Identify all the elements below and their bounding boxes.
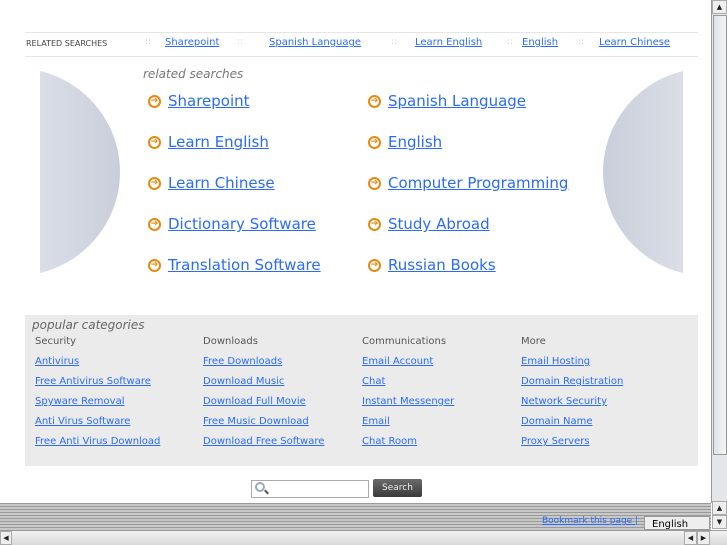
- related-item[interactable]: ➔ Spanish Language: [368, 92, 526, 110]
- category-link[interactable]: Spyware Removal: [35, 396, 160, 416]
- category-heading: Security: [35, 336, 77, 347]
- related-link[interactable]: Sharepoint: [168, 92, 250, 110]
- related-item[interactable]: ➔ Sharepoint: [148, 92, 250, 110]
- scroll-left-button[interactable]: ◀: [684, 531, 697, 545]
- related-item[interactable]: ➔ Translation Software: [148, 256, 321, 274]
- magnifier-handle: [264, 489, 269, 495]
- topbar-link-sharepoint[interactable]: Sharepoint: [165, 37, 219, 48]
- category-link[interactable]: Antivirus: [35, 356, 160, 376]
- related-searches-title: related searches: [143, 67, 244, 81]
- separator: ::: [391, 37, 398, 47]
- related-searches-label: RELATED SEARCHES: [26, 39, 108, 48]
- horizontal-scrollbar[interactable]: ◀ ◀ ▶: [0, 530, 727, 545]
- arrow-circle-icon: ➔: [368, 217, 381, 231]
- category-link[interactable]: Free Music Download: [203, 416, 324, 436]
- related-link[interactable]: Dictionary Software: [168, 215, 316, 233]
- related-link[interactable]: Translation Software: [168, 256, 321, 274]
- category-column-communications: Communications Email Account Chat Instan…: [362, 336, 454, 456]
- category-link[interactable]: Chat Room: [362, 436, 454, 456]
- related-item[interactable]: ➔ Computer Programming: [368, 174, 568, 192]
- category-link[interactable]: Free Anti Virus Download: [35, 436, 160, 456]
- popular-categories-title: popular categories: [32, 318, 145, 332]
- category-link[interactable]: Free Downloads: [203, 356, 324, 376]
- related-item[interactable]: ➔ Russian Books: [368, 256, 496, 274]
- category-column-downloads: Downloads Free Downloads Download Music …: [203, 336, 324, 456]
- category-link[interactable]: Email: [362, 416, 454, 436]
- related-searches-bar: RELATED SEARCHES :: Sharepoint :: Spanis…: [25, 37, 698, 51]
- category-link[interactable]: Chat: [362, 376, 454, 396]
- related-item[interactable]: ➔ Learn Chinese: [148, 174, 275, 192]
- related-item[interactable]: ➔ English: [368, 133, 442, 151]
- related-link[interactable]: English: [388, 133, 442, 151]
- divider: [25, 32, 698, 33]
- category-heading: Downloads: [203, 336, 258, 347]
- category-column-more: More Email Hosting Domain Registration N…: [521, 336, 623, 456]
- arrow-circle-icon: ➔: [148, 135, 161, 149]
- arrow-circle-icon: ➔: [368, 94, 381, 108]
- category-link[interactable]: Download Free Software: [203, 436, 324, 456]
- separator: ::: [145, 37, 152, 47]
- scrollbar-thumb[interactable]: [713, 15, 727, 455]
- scroll-down-button[interactable]: ▼: [712, 515, 727, 529]
- topbar-link-english[interactable]: English: [522, 37, 558, 48]
- category-link[interactable]: Network Security: [521, 396, 623, 416]
- left-decoration: [40, 68, 120, 276]
- related-link[interactable]: Study Abroad: [388, 215, 490, 233]
- category-link[interactable]: Proxy Servers: [521, 436, 623, 456]
- right-decoration: [603, 68, 683, 276]
- vertical-scrollbar[interactable]: ▲: [711, 0, 727, 503]
- category-link[interactable]: Anti Virus Software: [35, 416, 160, 436]
- bookmark-link[interactable]: Bookmark this page |: [542, 516, 638, 526]
- related-link[interactable]: Spanish Language: [388, 92, 526, 110]
- arrow-circle-icon: ➔: [148, 258, 161, 272]
- separator: ::: [237, 37, 244, 47]
- divider: [25, 56, 698, 57]
- category-heading: Communications: [362, 336, 447, 347]
- category-link[interactable]: Domain Registration: [521, 376, 623, 396]
- category-heading: More: [521, 336, 546, 347]
- topbar-link-spanish-language[interactable]: Spanish Language: [269, 37, 361, 48]
- related-link[interactable]: Computer Programming: [388, 174, 568, 192]
- category-link[interactable]: Free Antivirus Software: [35, 376, 160, 396]
- related-item[interactable]: ➔ Dictionary Software: [148, 215, 316, 233]
- related-item[interactable]: ➔ Study Abroad: [368, 215, 490, 233]
- search-input[interactable]: [251, 480, 369, 498]
- arrow-circle-icon: ➔: [368, 176, 381, 190]
- topbar-link-learn-english[interactable]: Learn English: [415, 37, 482, 48]
- page: RELATED SEARCHES :: Sharepoint :: Spanis…: [0, 0, 711, 503]
- arrow-circle-icon: ➔: [148, 176, 161, 190]
- related-item[interactable]: ➔ Learn English: [148, 133, 269, 151]
- related-link[interactable]: Russian Books: [388, 256, 496, 274]
- scroll-up-button[interactable]: ▲: [712, 501, 727, 515]
- topbar-link-learn-chinese[interactable]: Learn Chinese: [599, 37, 670, 48]
- related-link[interactable]: Learn Chinese: [168, 174, 275, 192]
- category-link[interactable]: Instant Messenger: [362, 396, 454, 416]
- language-select[interactable]: English: [644, 516, 710, 530]
- scroll-left-button[interactable]: ◀: [0, 531, 12, 545]
- arrow-circle-icon: ➔: [368, 135, 381, 149]
- arrow-circle-icon: ➔: [148, 217, 161, 231]
- category-link[interactable]: Email Account: [362, 356, 454, 376]
- related-link[interactable]: Learn English: [168, 133, 269, 151]
- category-link[interactable]: Domain Name: [521, 416, 623, 436]
- scroll-right-button[interactable]: ▶: [697, 531, 710, 545]
- separator: ::: [507, 37, 514, 47]
- arrow-circle-icon: ➔: [368, 258, 381, 272]
- category-link[interactable]: Download Music: [203, 376, 324, 396]
- arrow-circle-icon: ➔: [148, 94, 161, 108]
- scroll-up-button[interactable]: ▲: [712, 0, 727, 14]
- category-link[interactable]: Email Hosting: [521, 356, 623, 376]
- search-button[interactable]: Search: [373, 479, 422, 497]
- category-link[interactable]: Download Full Movie: [203, 396, 324, 416]
- popular-categories: popular categories Security Antivirus Fr…: [25, 315, 698, 466]
- category-column-security: Security Antivirus Free Antivirus Softwa…: [35, 336, 160, 456]
- separator: ::: [578, 37, 585, 47]
